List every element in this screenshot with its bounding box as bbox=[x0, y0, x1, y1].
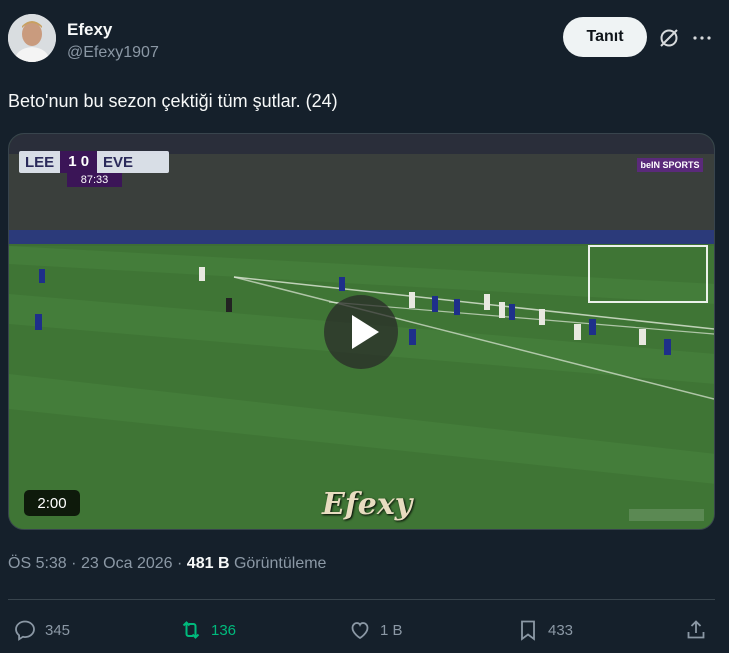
home-team: LEE bbox=[25, 153, 55, 171]
play-icon bbox=[352, 315, 379, 349]
tweet-header: Efexy @Efexy1907 Tanıt bbox=[0, 0, 729, 80]
bookmark-icon bbox=[521, 620, 535, 641]
divider bbox=[8, 599, 715, 600]
views-count: 481 B bbox=[186, 555, 230, 572]
broadcaster-logo: beIN SPORTS bbox=[637, 158, 703, 172]
away-team: EVE bbox=[103, 153, 134, 171]
like-icon bbox=[351, 622, 369, 640]
tweet-meta: ÖS 5:38 · 23 Oca 2026 · 481 B Görüntülem… bbox=[8, 555, 327, 572]
tweet-time[interactable]: ÖS 5:38 bbox=[8, 555, 67, 572]
reply-button[interactable]: 345 bbox=[13, 618, 70, 642]
tweet-date[interactable]: 23 Oca 2026 bbox=[81, 555, 173, 572]
retweet-icon bbox=[182, 621, 200, 639]
tweet-text: Beto'nun bu sezon çektiği tüm şutlar. (2… bbox=[8, 91, 338, 111]
scoreboard: LEE 1 0 EVE bbox=[19, 151, 169, 173]
like-count: 1 B bbox=[380, 621, 403, 639]
retweet-count: 136 bbox=[211, 621, 237, 639]
bookmark-count: 433 bbox=[548, 621, 574, 639]
like-button[interactable]: 1 B bbox=[348, 618, 403, 642]
views-label: Görüntüleme bbox=[233, 555, 327, 572]
author-handle[interactable]: @Efexy1907 bbox=[67, 44, 159, 62]
bookmark-button[interactable]: 433 bbox=[516, 618, 573, 642]
action-bar: 345 136 1 B 433 bbox=[0, 612, 729, 648]
author-name[interactable]: Efexy bbox=[67, 20, 112, 40]
share-icon bbox=[687, 620, 705, 639]
video-watermark: Efexy bbox=[322, 487, 413, 522]
follow-button[interactable]: Tanıt bbox=[563, 17, 647, 57]
reply-icon bbox=[15, 620, 35, 641]
video-duration: 2:00 bbox=[24, 490, 80, 516]
video-player[interactable]: LEE 1 0 EVE 87:33 beIN SPORTS 2:00 Efexy bbox=[8, 133, 715, 530]
match-clock: 87:33 bbox=[67, 173, 122, 187]
score: 1 0 bbox=[60, 151, 98, 173]
avatar[interactable] bbox=[8, 14, 56, 62]
retweet-button[interactable]: 136 bbox=[179, 618, 236, 642]
grok-icon[interactable] bbox=[657, 26, 681, 50]
play-button[interactable] bbox=[324, 295, 398, 369]
more-icon[interactable] bbox=[690, 26, 714, 50]
share-button[interactable] bbox=[684, 618, 708, 642]
reply-count: 345 bbox=[45, 621, 71, 639]
